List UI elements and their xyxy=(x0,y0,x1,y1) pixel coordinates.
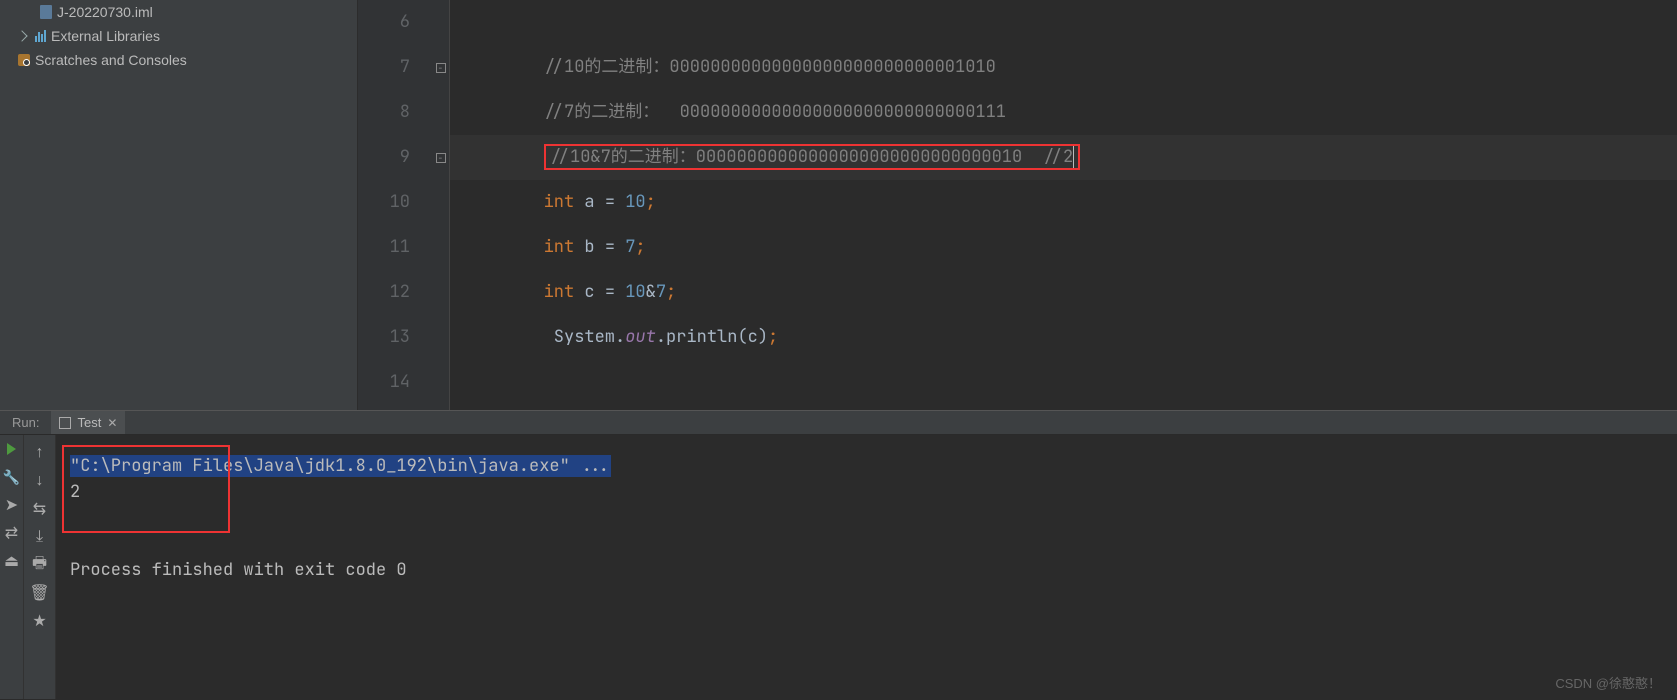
run-secondary-toolbar: ↑ ↓ ⇆ ⤓ 🖶 🗑 ★ xyxy=(24,435,56,699)
code-line: //7的二进制： 0000000000000000000000000000011… xyxy=(450,90,1677,135)
fold-collapse-icon[interactable]: − xyxy=(436,153,446,163)
code-line: int c = 10&7; xyxy=(450,270,1677,315)
soft-wrap-button[interactable]: ⇆ xyxy=(24,495,55,523)
comment-text: //7的二进制： 0000000000000000000000000000011… xyxy=(544,101,1006,123)
console-exit-line: Process finished with exit code 0 xyxy=(70,557,1663,583)
tree-item-label: External Libraries xyxy=(51,28,160,44)
highlight-box xyxy=(62,445,230,533)
tree-item-scratches[interactable]: Scratches and Consoles xyxy=(0,48,357,72)
run-panel-body: 🔧 ➤ ⇄ ⏏ ↑ ↓ ⇆ ⤓ 🖶 🗑 ★ "C:\Program Files\… xyxy=(0,435,1677,699)
play-icon xyxy=(7,443,16,455)
code-line: int b = 7; xyxy=(450,225,1677,270)
close-icon[interactable]: ✕ xyxy=(107,416,117,430)
tree-item-label: J-20220730.iml xyxy=(57,4,153,20)
line-number: 9 xyxy=(358,135,432,180)
console-line xyxy=(70,531,1663,557)
up-button[interactable]: ↑ xyxy=(24,439,55,467)
run-tab-label: Test xyxy=(77,415,101,430)
file-icon xyxy=(40,5,52,19)
rerun-button[interactable] xyxy=(0,435,23,463)
line-number: 12 xyxy=(358,270,432,315)
comment-text: //10的二进制：0000000000000000000000000000101… xyxy=(544,56,996,78)
line-number: 7 xyxy=(358,45,432,90)
print-button[interactable]: 🖶 xyxy=(24,551,55,579)
editor-cursor xyxy=(1073,146,1074,168)
down-button[interactable]: ↓ xyxy=(24,467,55,495)
fold-column[interactable]: − − xyxy=(432,0,450,410)
line-number: 14 xyxy=(358,360,432,405)
line-number: 13 xyxy=(358,315,432,360)
code-line: System.out.println(c); xyxy=(450,315,1677,360)
filter-button[interactable]: ★ xyxy=(24,607,55,635)
clear-button[interactable]: 🗑 xyxy=(24,579,55,607)
layout-button[interactable]: ⇄ xyxy=(0,519,23,547)
code-line xyxy=(450,360,1677,405)
highlight-box: //10&7的二进制：00000000000000000000000000000… xyxy=(544,144,1081,170)
stop-button[interactable]: ➤ xyxy=(0,491,23,519)
fold-collapse-icon[interactable]: − xyxy=(436,63,446,73)
run-tab[interactable]: Test ✕ xyxy=(51,411,125,434)
scroll-end-button[interactable]: ⤓ xyxy=(24,523,55,551)
code-area[interactable]: //10的二进制：0000000000000000000000000000101… xyxy=(450,0,1677,410)
tree-item-label: Scratches and Consoles xyxy=(35,52,187,68)
console-line: "C:\Program Files\Java\jdk1.8.0_192\bin\… xyxy=(70,453,1663,479)
run-panel-label: Run: xyxy=(0,415,51,430)
code-line: //10的二进制：0000000000000000000000000000101… xyxy=(450,45,1677,90)
project-tree[interactable]: J-20220730.iml External Libraries Scratc… xyxy=(0,0,358,410)
scratches-icon xyxy=(18,54,30,66)
line-number: 11 xyxy=(358,225,432,270)
line-number: 10 xyxy=(358,180,432,225)
code-editor[interactable]: 6 7 8 9 10 11 12 13 14 − − //10的二进制：0000… xyxy=(358,0,1677,410)
comment-text: //10&7的二进制：00000000000000000000000000000… xyxy=(550,146,1074,168)
line-gutter[interactable]: 6 7 8 9 10 11 12 13 14 xyxy=(358,0,432,410)
watermark: CSDN @徐憨憨！ xyxy=(1555,673,1661,692)
line-number: 6 xyxy=(358,0,432,45)
console-output[interactable]: "C:\Program Files\Java\jdk1.8.0_192\bin\… xyxy=(56,435,1677,699)
console-line xyxy=(70,505,1663,531)
line-number: 8 xyxy=(358,90,432,135)
pin-icon[interactable] xyxy=(59,417,71,429)
code-line xyxy=(450,0,1677,45)
chevron-right-icon xyxy=(16,30,27,41)
code-line: int a = 10; xyxy=(450,180,1677,225)
tree-item-iml[interactable]: J-20220730.iml xyxy=(0,0,357,24)
settings-button[interactable]: 🔧 xyxy=(0,463,23,491)
tree-item-external-libraries[interactable]: External Libraries xyxy=(0,24,357,48)
run-primary-toolbar: 🔧 ➤ ⇄ ⏏ xyxy=(0,435,24,699)
console-line: 2 xyxy=(70,479,1663,505)
external-libraries-icon xyxy=(35,30,46,42)
code-line-current: //10&7的二进制：00000000000000000000000000000… xyxy=(450,135,1677,180)
run-panel-header[interactable]: Run: Test ✕ xyxy=(0,410,1677,435)
exit-button[interactable]: ⏏ xyxy=(0,547,23,575)
